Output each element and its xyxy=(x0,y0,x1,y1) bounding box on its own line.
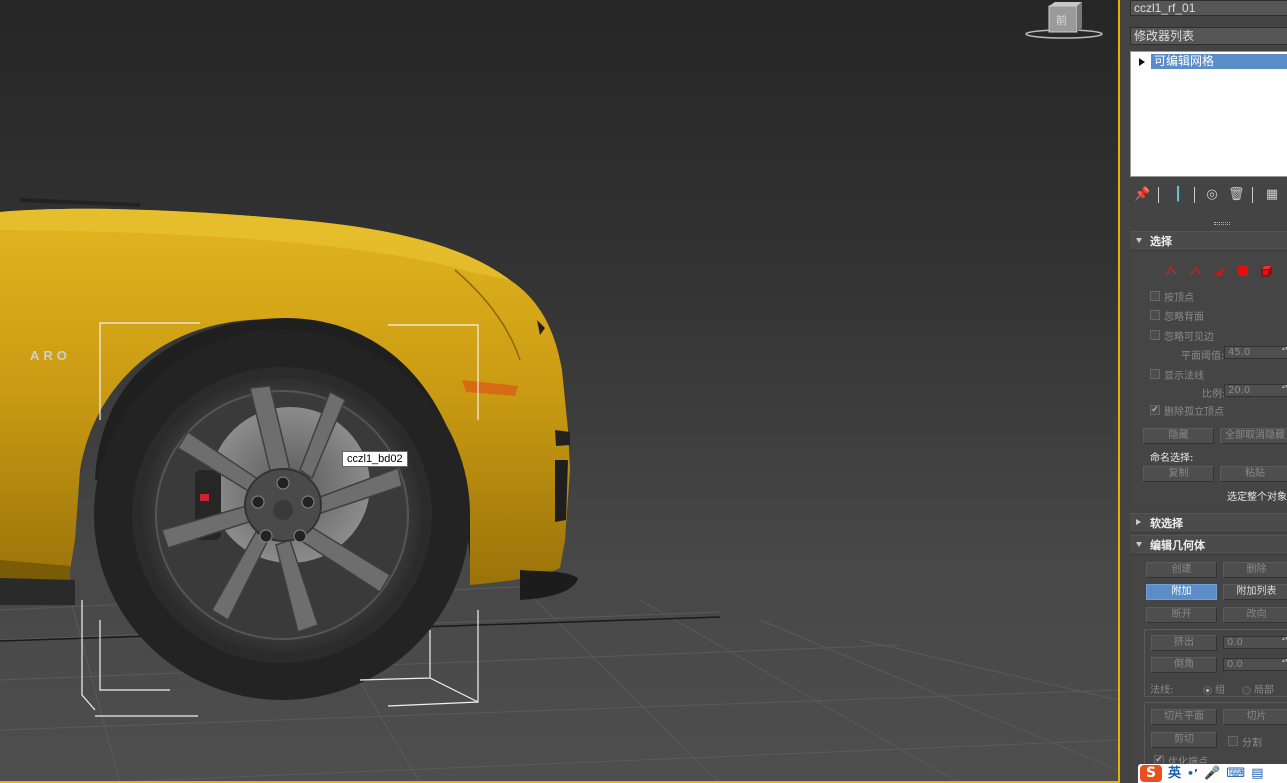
scale-label: 比例: xyxy=(1202,389,1226,400)
rollout-soft-selection-header[interactable]: 软选择 xyxy=(1130,513,1287,533)
paste-button[interactable]: 粘贴 xyxy=(1220,466,1287,482)
keyboard-icon[interactable]: ⌨ xyxy=(1226,765,1245,783)
extrude-button[interactable]: 挤出 xyxy=(1151,635,1217,651)
show-end-result-icon[interactable]: ┃ xyxy=(1170,186,1186,204)
car-badge: ARO xyxy=(30,348,71,363)
rollout-title: 编辑几何体 xyxy=(1150,539,1205,552)
unhide-all-button[interactable]: 全部取消隐藏 xyxy=(1220,428,1287,444)
checkbox-show-normals[interactable]: 显示法线 xyxy=(1150,367,1204,382)
collapse-caret-icon xyxy=(1136,542,1142,547)
panel-divider-grip[interactable] xyxy=(1214,222,1230,225)
delete-button[interactable]: 删除 xyxy=(1223,562,1287,578)
checkbox[interactable] xyxy=(1150,310,1160,320)
rollout-selection-body: 按顶点 忽略背面 忽略可见边 平面阈值: 45.0 显示法线 比例: 20.0 … xyxy=(1130,252,1287,508)
perspective-viewport[interactable]: ARO cczl1_bd02 前 xyxy=(0,0,1120,783)
toolbox-icon[interactable]: ▤ xyxy=(1251,765,1263,783)
toolbar-separator xyxy=(1252,187,1253,203)
checkbox-ignore-backfacing[interactable]: 忽略背面 xyxy=(1150,308,1204,323)
edge-subobject-icon[interactable] xyxy=(1188,264,1202,278)
planar-threshold-label: 平面阈值: xyxy=(1181,351,1225,362)
slice-plane-button[interactable]: 切片平面 xyxy=(1151,709,1217,725)
toolbar-separator xyxy=(1158,187,1159,203)
viewcube-face-label: 前 xyxy=(1056,13,1067,27)
object-name-tooltip: cczl1_bd02 xyxy=(342,451,408,467)
slice-button[interactable]: 切片 xyxy=(1223,709,1287,725)
remove-modifier-icon[interactable]: 🗑 xyxy=(1228,186,1245,204)
turn-button[interactable]: 改向 xyxy=(1223,607,1287,623)
checkbox[interactable] xyxy=(1150,330,1160,340)
expand-triangle-icon[interactable] xyxy=(1133,54,1151,69)
modify-command-panel: cczl1_rf_01 修改器列表 可编辑网格 📌 ┃ ◎ 🗑 ▦ 选择 按顶点… xyxy=(1124,0,1287,783)
named-selections-label: 命名选择: xyxy=(1150,453,1194,464)
checkbox-ignore-visible-edges[interactable]: 忽略可见边 xyxy=(1150,328,1214,343)
copy-button[interactable]: 复制 xyxy=(1143,466,1214,482)
rollout-edit-geometry-header[interactable]: 编辑几何体 xyxy=(1130,535,1287,555)
viewport-active-border-right xyxy=(1118,0,1120,783)
face-subobject-icon[interactable] xyxy=(1212,264,1226,278)
radio-button[interactable] xyxy=(1242,685,1251,695)
front-wheel xyxy=(94,330,470,700)
expand-caret-icon xyxy=(1136,519,1141,525)
microphone-icon[interactable]: 🎤 xyxy=(1204,765,1220,783)
normal-label: 法线: xyxy=(1150,685,1174,696)
checkbox-by-vertex[interactable]: 按顶点 xyxy=(1150,289,1194,304)
chamfer-button[interactable]: 倒角 xyxy=(1151,657,1217,673)
modifier-list-dropdown[interactable]: 修改器列表 xyxy=(1130,27,1287,45)
detach-button[interactable]: 断开 xyxy=(1146,607,1217,623)
pin-stack-icon[interactable]: 📌 xyxy=(1134,186,1150,204)
object-name-field[interactable]: cczl1_rf_01 xyxy=(1130,0,1287,16)
checkbox[interactable] xyxy=(1228,736,1238,746)
attach-list-button[interactable]: 附加列表 xyxy=(1223,584,1287,600)
vertex-subobject-icon[interactable] xyxy=(1164,264,1178,278)
create-button[interactable]: 创建 xyxy=(1146,562,1217,578)
polygon-subobject-icon[interactable] xyxy=(1236,264,1250,278)
checkbox[interactable] xyxy=(1150,369,1160,379)
punctuation-icon[interactable]: •’ xyxy=(1187,765,1198,783)
checkbox[interactable] xyxy=(1150,291,1160,301)
configure-modifier-sets-icon[interactable]: ▦ xyxy=(1264,186,1280,204)
checkbox-split[interactable]: 分割 xyxy=(1228,734,1262,749)
rollout-selection-header[interactable]: 选择 xyxy=(1130,231,1287,251)
stack-item-editable-mesh[interactable]: 可编辑网格 xyxy=(1133,54,1287,69)
toolbar-separator xyxy=(1194,187,1195,203)
rollout-title: 软选择 xyxy=(1150,517,1183,530)
normal-group-radio[interactable]: 组 xyxy=(1203,681,1225,696)
checkbox[interactable]: ✔ xyxy=(1150,405,1160,415)
viewport-scene: ARO xyxy=(0,198,1119,783)
cut-button[interactable]: 剪切 xyxy=(1151,732,1217,748)
checkbox-delete-isolated-vertices[interactable]: ✔ 删除孤立顶点 xyxy=(1150,403,1224,418)
viewcube[interactable]: 前 xyxy=(1022,0,1104,42)
rollout-title: 选择 xyxy=(1150,235,1172,248)
rollout-edit-geometry-body: 创建 删除 附加 附加列表 断开 改向 挤出 0.0 倒角 0.0 法线: 组 … xyxy=(1130,556,1287,783)
scale-spinner[interactable]: 20.0 xyxy=(1224,384,1287,397)
radio-button[interactable] xyxy=(1203,685,1212,695)
planar-threshold-spinner[interactable]: 45.0 xyxy=(1224,346,1287,359)
stack-toolbar: 📌 ┃ ◎ 🗑 ▦ xyxy=(1130,184,1287,206)
collapse-caret-icon xyxy=(1136,238,1142,243)
attach-button[interactable]: 附加 xyxy=(1146,584,1217,600)
element-subobject-icon[interactable] xyxy=(1260,264,1274,278)
ime-toolbar[interactable]: S 英 •’ 🎤 ⌨ ▤ xyxy=(1138,764,1287,783)
modifier-stack[interactable]: 可编辑网格 xyxy=(1130,51,1287,177)
sogou-logo-icon[interactable]: S xyxy=(1140,765,1162,782)
stack-item-label: 可编辑网格 xyxy=(1151,54,1287,69)
select-whole-object-label: 选定整个对象 xyxy=(1227,492,1287,503)
chamfer-amount-spinner[interactable]: 0.0 xyxy=(1223,658,1287,671)
normal-local-radio[interactable]: 局部 xyxy=(1242,681,1274,696)
extrude-amount-spinner[interactable]: 0.0 xyxy=(1223,636,1287,649)
ime-language-toggle[interactable]: 英 xyxy=(1168,765,1181,783)
make-unique-icon[interactable]: ◎ xyxy=(1204,186,1220,204)
hide-button[interactable]: 隐藏 xyxy=(1143,428,1214,444)
